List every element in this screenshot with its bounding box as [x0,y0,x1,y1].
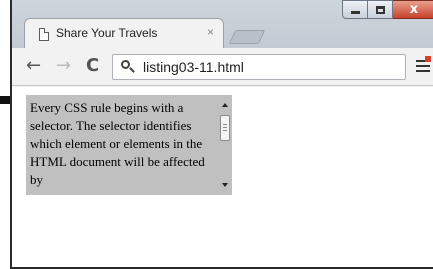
tab-share-your-travels[interactable]: Share Your Travels × [24,18,224,48]
scroll-up-arrow-icon[interactable] [222,103,228,107]
search-icon [121,60,135,74]
maximize-button[interactable] [368,0,393,19]
new-tab-button[interactable] [228,30,266,44]
back-button[interactable]: ← [26,56,41,76]
scroll-down-arrow-icon[interactable] [222,183,228,187]
browser-window: Share Your Travels × x ← → C listing03-1… [10,0,433,269]
scrollable-text-box[interactable]: Every CSS rule begins with a selector. T… [26,95,232,195]
scrollbar-thumb[interactable] [220,115,230,141]
minimize-icon [350,11,360,14]
tab-title: Share Your Travels [56,26,158,40]
address-bar[interactable]: listing03-11.html [112,54,406,80]
url-text[interactable]: listing03-11.html [143,59,244,75]
forward-button[interactable]: → [56,56,71,76]
reload-button[interactable]: C [86,56,99,76]
hamburger-menu-icon[interactable] [416,60,430,74]
tab-close-icon[interactable]: × [207,25,214,39]
vertical-scrollbar[interactable] [218,95,232,195]
close-icon: x [409,2,419,17]
browser-toolbar: ← → C listing03-11.html [12,48,433,86]
scrollbox-paragraph: Every CSS rule begins with a selector. T… [30,100,205,187]
page-icon [39,28,49,41]
page-viewport: Every CSS rule begins with a selector. T… [12,87,433,267]
window-caption-buttons: x [342,0,433,22]
update-badge-icon [425,56,431,62]
minimize-button[interactable] [342,0,368,19]
tab-strip: Share Your Travels × x [12,0,433,48]
maximize-icon [375,5,385,14]
close-button[interactable]: x [393,0,433,19]
